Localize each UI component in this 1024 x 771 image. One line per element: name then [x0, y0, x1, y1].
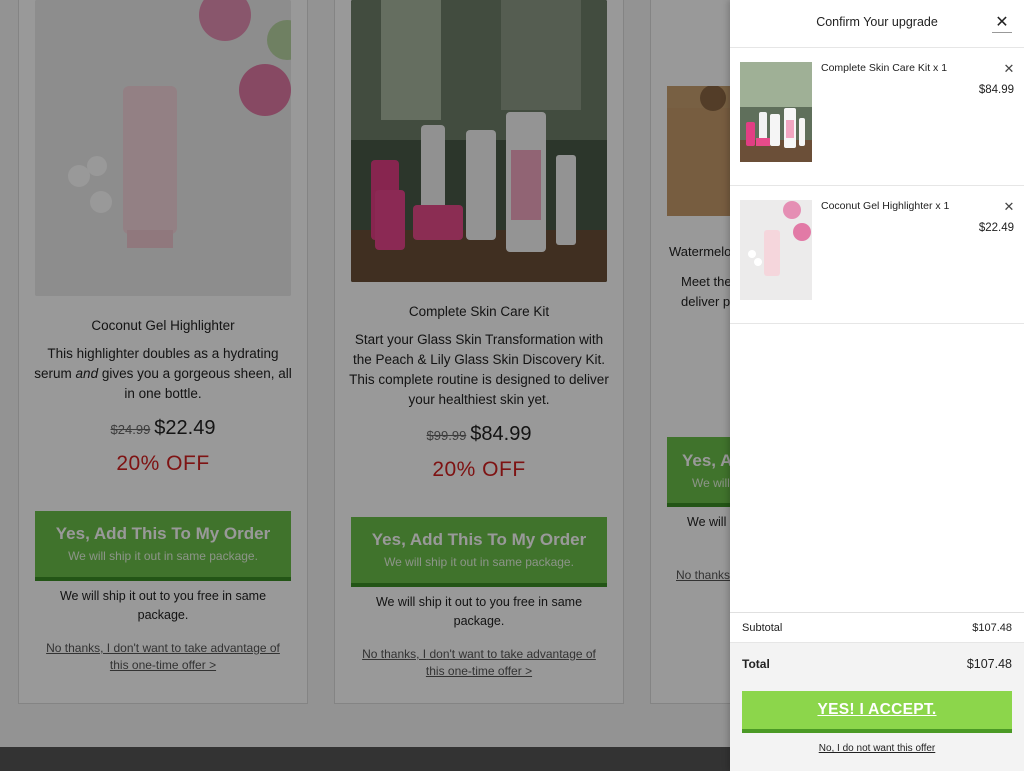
- total-value: $107.48: [966, 657, 1012, 671]
- line-item-price: $84.99: [978, 84, 1014, 96]
- remove-item-icon[interactable]: ✕: [1002, 61, 1016, 77]
- line-item-price: $22.49: [978, 222, 1014, 234]
- total-label: Total: [742, 657, 770, 671]
- line-item-name: Complete Skin Care Kit x 1: [821, 62, 948, 74]
- line-item-thumbnail: [740, 62, 812, 162]
- drawer-header: Confirm Your upgrade ✕: [730, 0, 1024, 48]
- accept-button[interactable]: YES! I ACCEPT.: [742, 691, 1012, 733]
- close-icon[interactable]: ✕: [992, 13, 1012, 33]
- decline-link[interactable]: No, I do not want this offer: [730, 743, 1024, 754]
- total-row: Total $107.48: [730, 649, 1024, 679]
- drawer-title: Confirm Your upgrade: [816, 15, 938, 29]
- subtotal-value: $107.48: [972, 622, 1012, 634]
- subtotal-row: Subtotal $107.48: [730, 613, 1024, 643]
- subtotal-label: Subtotal: [742, 622, 783, 634]
- line-item: Complete Skin Care Kit x 1 ✕ $84.99: [730, 48, 1024, 186]
- line-item: Coconut Gel Highlighter x 1 ✕ $22.49: [730, 186, 1024, 324]
- line-item-thumbnail: [740, 200, 812, 300]
- upgrade-drawer: Confirm Your upgrade ✕ Complete Skin Car…: [730, 0, 1024, 771]
- order-summary: Subtotal $107.48 Total $107.48 YES! I AC…: [730, 612, 1024, 771]
- remove-item-icon[interactable]: ✕: [1002, 199, 1016, 215]
- line-item-name: Coconut Gel Highlighter x 1: [821, 200, 950, 212]
